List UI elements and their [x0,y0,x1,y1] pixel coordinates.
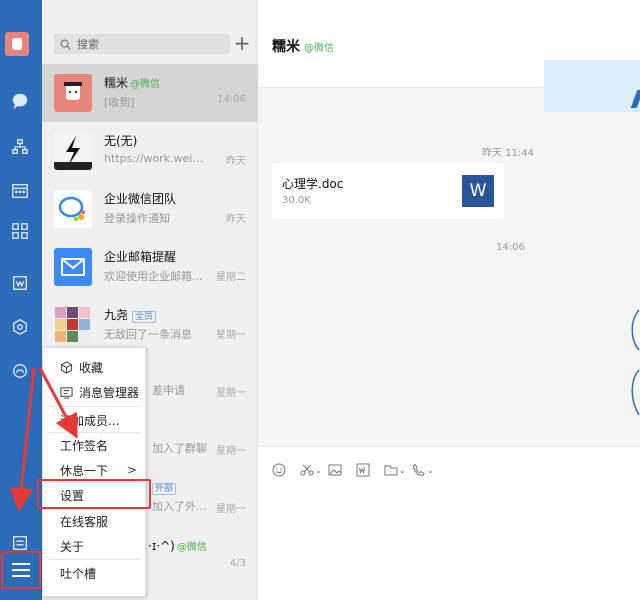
search-icon [60,39,71,50]
conversation-time: 星期一 [216,446,246,457]
conversation-preview: [收到] [104,96,135,109]
all-staff-badge: 全员 [132,311,157,323]
document-icon[interactable] [9,272,31,294]
compose-area[interactable]: ⌄ ⌄ ⌄ [258,446,640,600]
my-avatar[interactable] [5,32,29,56]
menu-item-label: 在线客服 [60,514,109,529]
menu-item-add-member[interactable]: 添加成员... [43,407,147,433]
menu-item-about[interactable]: 关于 [43,533,147,559]
conversation-time: 星期一 [216,388,246,399]
wechat-tag: @微信 [304,43,334,54]
conversation-time: 昨天 [226,156,246,167]
conversation-preview: 无敌回了一条消息 [104,328,192,341]
conversation-name: 企业邮箱提醒 [104,250,177,264]
add-button[interactable]: + [230,31,254,55]
conversation-name: 企业微信团队 [104,192,177,206]
menu-item-message-manager[interactable]: 消息管理器 [43,379,147,405]
conversation-name: 糯米 @微信 [104,76,161,90]
decorative-arc [631,309,640,416]
word-file-icon[interactable] [356,461,378,479]
submenu-arrow-icon: > [126,463,137,477]
search-placeholder: 搜索 [77,38,99,51]
menu-item-label: 吐个槽 [60,566,97,581]
conversation-time: 4/3 [229,558,246,569]
conversation-time: 星期二 [216,272,246,283]
left-nav-rail [0,0,42,600]
conversation-name: 外部 [148,480,177,495]
word-doc-icon: W [462,175,494,207]
menu-item-label: 工作签名 [60,438,109,453]
menu-item-settings[interactable]: 设置 [43,482,147,508]
phone-icon[interactable]: ⌄ [412,461,434,479]
calendar-icon[interactable] [9,180,31,202]
menu-item-take-a-break[interactable]: 休息一下 > [43,457,147,483]
external-badge: 外部 [152,483,177,495]
message-manager-icon [60,386,73,399]
screenshot-scissors-icon[interactable]: ⌄ [300,461,322,479]
file-name: 心理学.doc [282,177,344,191]
menu-item-label: 收藏 [79,360,104,375]
hamburger-menu-icon[interactable] [0,550,42,590]
emoji-icon[interactable] [272,461,294,479]
hexagon-app-icon[interactable] [9,316,31,338]
lightning-avatar [54,132,92,170]
menu-item-favorites[interactable]: 收藏 [43,354,147,380]
conversation-preview: 加入了外... [152,500,207,513]
menu-item-label: 添加成员... [60,413,120,428]
compose-toolbar: ⌄ ⌄ ⌄ [272,461,440,479]
file-message[interactable]: 心理学.doc 30.0K W [272,163,504,219]
conversation-time: 14:06 [217,94,246,105]
conversation-name: 无(无) [104,134,138,148]
menu-item-online-support[interactable]: 在线客服 [43,508,147,534]
wechat-tag: @微信 [130,79,161,90]
conversation-item[interactable]: 企业邮箱提醒 欢迎使用企业邮箱... 星期二 [42,238,258,296]
conversation-preview: 差申请 [152,384,185,397]
conversation-time: 昨天 [226,214,246,225]
folder-icon[interactable]: ⌄ [384,461,406,479]
conversation-item[interactable]: 企业微信团队 登录操作通知 昨天 [42,180,258,238]
image-icon[interactable] [328,461,350,479]
conversation-name: 九尧 全员 [104,306,157,323]
group-avatar [54,306,92,344]
conversation-item[interactable]: 九尧 全员 无敌回了一条消息 星期一 [42,296,258,354]
cube-icon [60,360,73,374]
workbench-icon[interactable] [9,220,31,242]
cat-avatar [54,74,92,112]
file-size: 30.0K [282,195,311,206]
menu-item-label: 设置 [60,488,85,503]
menu-item-work-signature[interactable]: 工作签名 [43,432,147,458]
menu-item-label: 关于 [60,539,85,554]
menu-item-label: 消息管理器 [79,385,140,400]
timestamp: 昨天 11:44 [482,148,534,159]
timestamp: 14:06 [496,242,525,253]
conversation-time: 星期一 [216,330,246,341]
main-menu-popup: 收藏 消息管理器 添加成员... 工作签名 休息一下 > 设置 在线客服 关于 … [42,347,146,597]
chat-panel: 糯米 @微信 昨天 11:44 心理学.doc 30.0K W 14:06 ⌄ ⌄… [258,0,640,600]
conversation-preview: 欢迎使用企业邮箱... [104,270,203,283]
search-input[interactable]: 搜索 [54,34,230,54]
chat-title: 糯米 @微信 [272,39,334,55]
conversation-name: ·ɪ·^) @微信 [148,539,207,553]
contacts-icon[interactable] [9,136,31,158]
conversation-preview: 登录操作通知 [104,212,170,225]
mail-icon [54,248,92,286]
conversation-item[interactable]: 无(无) https://work.weixin... 昨天 [42,122,258,180]
conversation-preview: https://work.weixin... [104,152,208,165]
cloud-drive-icon[interactable] [9,360,31,382]
wechat-tag: @微信 [176,542,207,553]
image-message[interactable] [544,60,640,112]
conversation-time: 星期一 [216,504,246,515]
wecom-logo [54,190,92,228]
conversation-item[interactable]: 糯米 @微信 [收到] 14:06 [42,64,258,122]
menu-item-label: 休息一下 [60,463,109,478]
menu-item-feedback[interactable]: 吐个槽 [43,560,147,586]
message-icon[interactable] [9,90,31,112]
conversation-preview: 加入了群聊 [152,442,207,455]
